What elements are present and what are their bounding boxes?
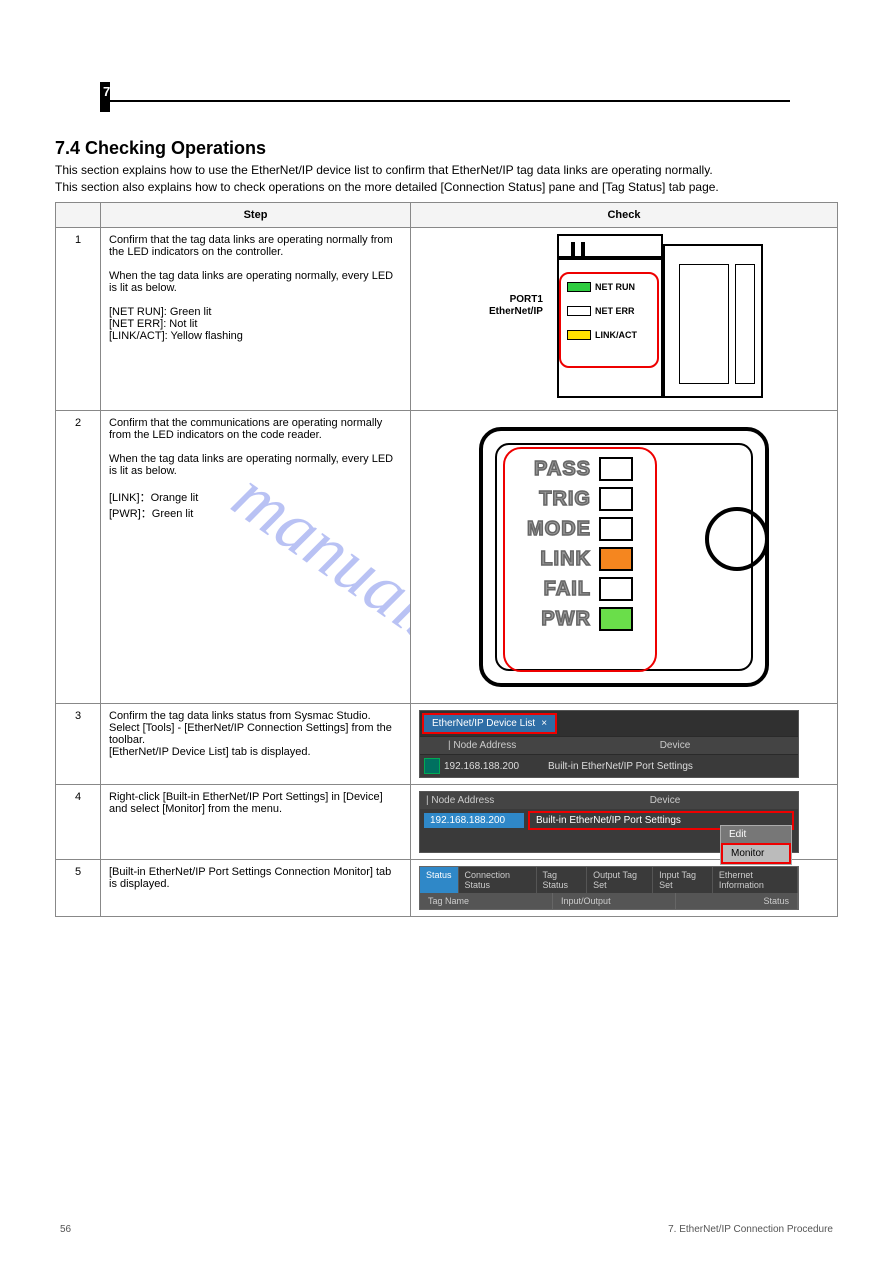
th-check: Check bbox=[411, 203, 838, 228]
footer-title: 7. EtherNet/IP Connection Procedure bbox=[668, 1224, 833, 1235]
node-ip: 192.168.188.200 bbox=[444, 761, 544, 772]
tab-label: EtherNet/IP Device List bbox=[432, 718, 535, 729]
led-net-err bbox=[567, 306, 591, 316]
led-link bbox=[599, 547, 633, 571]
led-link-act bbox=[567, 330, 591, 340]
led-trig bbox=[599, 487, 633, 511]
context-menu: Edit Monitor bbox=[720, 825, 792, 865]
step-desc: [Built-in EtherNet/IP Port Settings Conn… bbox=[101, 860, 411, 917]
connection-monitor-panel: Status Connection Status Tag Status Outp… bbox=[419, 866, 799, 910]
th-blank bbox=[56, 203, 101, 228]
col-node-address: | Node Address bbox=[442, 737, 552, 754]
led-pwr bbox=[599, 607, 633, 631]
step-number: 3 bbox=[56, 704, 101, 785]
node-ip: 192.168.188.200 bbox=[424, 813, 524, 828]
tab-ethernetip-device-list[interactable]: EtherNet/IP Device List × bbox=[424, 715, 555, 732]
step-desc-title: Confirm that the communications are oper… bbox=[109, 417, 382, 441]
tab-connection-status[interactable]: Connection Status bbox=[459, 867, 537, 893]
led-pwr-label: PWR bbox=[513, 608, 591, 631]
led-fail-label: FAIL bbox=[513, 578, 591, 601]
step-number: 4 bbox=[56, 785, 101, 860]
step-desc-body: [Built-in EtherNet/IP Port Settings Conn… bbox=[109, 866, 391, 890]
led-fail bbox=[599, 577, 633, 601]
tab-output-tag-set[interactable]: Output Tag Set bbox=[587, 867, 653, 893]
menu-item-edit[interactable]: Edit bbox=[721, 826, 791, 843]
device-list-panel: EtherNet/IP Device List × | Node Address… bbox=[419, 710, 799, 778]
table-row[interactable]: 192.168.188.200 Built-in EtherNet/IP Por… bbox=[420, 755, 798, 777]
step-desc-title: Confirm the tag data links status from S… bbox=[109, 710, 371, 722]
led-trig-label: TRIG bbox=[513, 488, 591, 511]
tab-ethernet-information[interactable]: Ethernet Information bbox=[713, 867, 798, 893]
col-node-address: | Node Address bbox=[420, 792, 532, 809]
led-link-act-label: LINK/ACT bbox=[595, 330, 637, 340]
section-sub-2: This section also explains how to check … bbox=[55, 180, 838, 194]
page-number: 56 bbox=[60, 1224, 71, 1235]
step-number: 2 bbox=[56, 411, 101, 704]
step-desc-body: Select [Tools] - [EtherNet/IP Connection… bbox=[109, 722, 392, 758]
chapter-number: 7 bbox=[103, 84, 110, 99]
controller-led-diagram: PORT1 EtherNet/IP NET RUN NET ERR bbox=[449, 234, 799, 404]
led-net-run-label: NET RUN bbox=[595, 282, 635, 292]
header-rule bbox=[110, 100, 790, 102]
step-desc: Confirm the tag data links status from S… bbox=[101, 704, 411, 785]
led-mode bbox=[599, 517, 633, 541]
step-desc-body: Right-click [Built-in EtherNet/IP Port S… bbox=[109, 791, 383, 815]
col-status: Status bbox=[676, 893, 798, 909]
step-desc: Right-click [Built-in EtherNet/IP Port S… bbox=[101, 785, 411, 860]
step-figure: PORT1 EtherNet/IP NET RUN NET ERR bbox=[411, 228, 838, 411]
device-list-context-menu: | Node Address Device 192.168.188.200 Bu… bbox=[419, 791, 799, 853]
tab-input-tag-set[interactable]: Input Tag Set bbox=[653, 867, 713, 893]
device-name: Built-in EtherNet/IP Port Settings bbox=[548, 761, 794, 772]
led-pass-label: PASS bbox=[513, 458, 591, 481]
step-desc-title: Confirm that the tag data links are oper… bbox=[109, 234, 393, 258]
port-label: PORT1 EtherNet/IP bbox=[489, 294, 543, 317]
th-step: Step bbox=[101, 203, 411, 228]
col-input-output: Input/Output bbox=[553, 893, 675, 909]
led-net-err-label: NET ERR bbox=[595, 306, 635, 316]
table-row[interactable]: 192.168.188.200 Built-in EtherNet/IP Por… bbox=[420, 809, 798, 832]
step-figure: | Node Address Device 192.168.188.200 Bu… bbox=[411, 785, 838, 860]
procedure-table: Step Check 1 Confirm that the tag data l… bbox=[55, 202, 838, 917]
tab-highlight-box: EtherNet/IP Device List × bbox=[422, 713, 557, 734]
led-net-run bbox=[567, 282, 591, 292]
step-number: 5 bbox=[56, 860, 101, 917]
step-number: 1 bbox=[56, 228, 101, 411]
step-figure: Status Connection Status Tag Status Outp… bbox=[411, 860, 838, 917]
col-tag-name: Tag Name bbox=[420, 893, 553, 909]
tab-tag-status[interactable]: Tag Status bbox=[537, 867, 588, 893]
step-desc-body: When the tag data links are operating no… bbox=[109, 270, 393, 342]
step-figure: EtherNet/IP Device List × | Node Address… bbox=[411, 704, 838, 785]
close-icon[interactable]: × bbox=[541, 718, 547, 729]
step-figure: PASS TRIG MODE bbox=[411, 411, 838, 704]
step-desc-body: When the tag data links are operating no… bbox=[109, 453, 393, 520]
round-button-icon bbox=[705, 507, 769, 571]
tab-status[interactable]: Status bbox=[420, 867, 459, 893]
section-sub-1: This section explains how to use the Eth… bbox=[55, 163, 838, 177]
col-device: Device bbox=[552, 737, 798, 754]
led-pass bbox=[599, 457, 633, 481]
col-device: Device bbox=[532, 792, 798, 809]
reader-status-panel: PASS TRIG MODE bbox=[459, 417, 789, 697]
step-desc: Confirm that the tag data links are oper… bbox=[101, 228, 411, 411]
step-desc: Confirm that the communications are oper… bbox=[101, 411, 411, 704]
led-mode-label: MODE bbox=[513, 518, 591, 541]
section-title: 7.4 Checking Operations bbox=[55, 138, 838, 159]
menu-item-monitor[interactable]: Monitor bbox=[721, 843, 791, 864]
device-icon bbox=[424, 758, 440, 774]
led-link-label: LINK bbox=[513, 548, 591, 571]
